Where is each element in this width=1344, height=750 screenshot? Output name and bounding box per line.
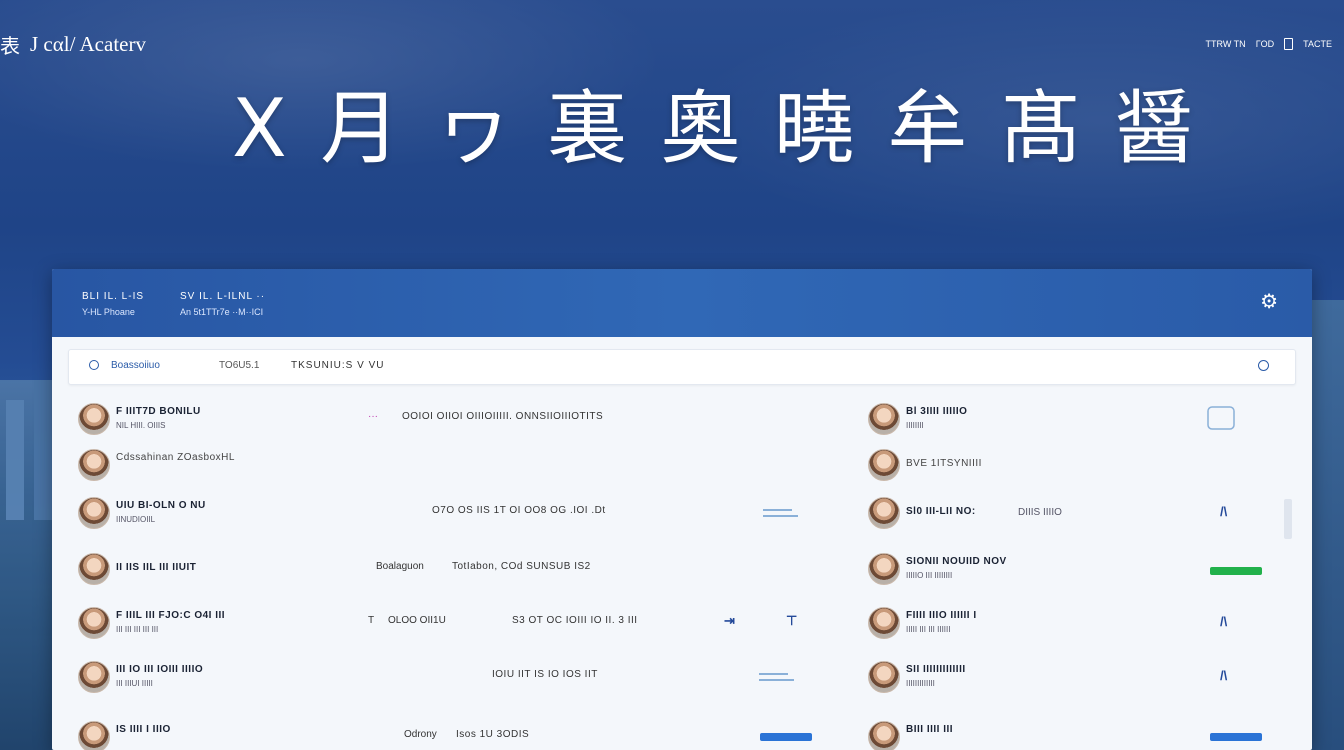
item-sub: DIIIS IIIIO <box>1018 507 1062 518</box>
filter-options[interactable]: TKSUNIU:S V VU <box>291 360 384 371</box>
panel-title-secondary: SV IL. L-ILNL ·· <box>180 291 266 302</box>
gear-icon[interactable]: ⚙ <box>1260 289 1278 314</box>
search-label: Boassoiiuo <box>111 360 160 371</box>
refresh-icon[interactable] <box>1258 360 1269 371</box>
item-mid: T <box>368 615 375 626</box>
top-bar: 表 J cαl/ Acaterv TTRW TN ΓOD TACTE <box>0 24 1344 60</box>
top-link-2[interactable]: ΓOD <box>1256 39 1274 49</box>
avatar <box>78 661 110 693</box>
brand-name: J cαl/ Acaterv <box>30 32 146 56</box>
panel-header: BLI IL. L-IS SV IL. L-ILNL ·· Y-HL Phoan… <box>52 269 1312 337</box>
status-badge <box>1210 733 1262 741</box>
item-sub: IIIIIO III IIIIIIII <box>906 571 953 580</box>
item-detail: S3 OT OC IOIII IO II. 3 III <box>512 615 638 626</box>
avatar <box>78 449 110 481</box>
item-sub: IIIII III III IIIIII <box>906 625 951 634</box>
brand-logo-icon: 表 <box>0 36 20 58</box>
avatar <box>78 721 110 750</box>
item-detail: TotIabon, COd SUNSUB IS2 <box>452 561 591 572</box>
item-sub: IIIIIIIIIIIII <box>906 679 935 688</box>
item-sub: III III III III III <box>116 625 159 634</box>
avatar <box>868 449 900 481</box>
hero-title: Ⅹ 月 ヮ 裏 奧 曉 牟 髙 醤 <box>232 82 1199 175</box>
filter-label[interactable]: TO6U5.1 <box>219 360 259 371</box>
chart-icon <box>1207 406 1235 430</box>
item-name: IS IIII I IIIO <box>116 724 171 735</box>
trend-icon: /\ <box>1220 614 1228 629</box>
panel-subtitle-secondary: An 5t1TTr7e ··M··ICI <box>180 307 264 317</box>
item-tag: Odrony <box>404 729 437 740</box>
search-bar[interactable]: Boassoiiuo TO6U5.1 TKSUNIU:S V VU <box>68 349 1296 385</box>
device-icon[interactable] <box>1284 38 1294 50</box>
item-detail: IOIU IIT IS IO IOS IIT <box>492 669 598 680</box>
item-tag: OLOO OII1U <box>388 615 446 626</box>
item-name: Cdssahinan ZOasboxHL <box>116 452 235 463</box>
item-name: Bl 3IIII IIIIIO <box>906 406 968 417</box>
arrow-icon: ⇥ <box>724 613 735 628</box>
item-sub: IIIIIIII <box>906 421 924 430</box>
item-sub: IINUDIOIIL <box>116 515 156 524</box>
top-link-1[interactable]: TTRW TN <box>1206 39 1246 49</box>
trend-icon: /\ <box>1220 504 1228 519</box>
item-sub: III IIIUI IIIII <box>116 679 153 688</box>
avatar <box>78 607 110 639</box>
avatar <box>868 403 900 435</box>
avatar <box>78 553 110 585</box>
item-name: III IO III IOIII IIIIO <box>116 664 204 675</box>
item-name: SII IIIIIIIIIIIII <box>906 664 966 675</box>
trend-icon: /\ <box>1220 668 1228 683</box>
scrollbar[interactable] <box>1284 499 1292 539</box>
item-name: SIONII NOUIID NOV <box>906 556 1007 567</box>
status-badge <box>760 733 812 741</box>
avatar <box>868 497 900 529</box>
sparkline-icon <box>763 509 798 517</box>
sparkline-icon <box>759 673 794 681</box>
item-detail: OOIOI OIIOI OIIIOIIIII. ONNSIIOIIIOTITS <box>402 411 604 422</box>
top-links: TTRW TN ΓOD TACTE <box>1206 38 1332 50</box>
item-name: FIIII IIIO IIIIII I <box>906 610 977 621</box>
arrow-icon: ⊤ <box>786 613 798 628</box>
item-name: F IIIT7D BONILU <box>116 406 201 417</box>
item-name: BIII IIII III <box>906 724 954 735</box>
avatar <box>78 497 110 529</box>
item-name: BVE 1ITSYNIIII <box>906 458 982 469</box>
item-tag: ··· <box>368 411 378 422</box>
status-badge <box>1210 567 1262 575</box>
item-detail: Isos 1U 3ODIS <box>456 729 530 740</box>
item-tag: Boalaguon <box>376 561 424 572</box>
avatar <box>868 721 900 750</box>
item-name: F IIIL III FJO:C O4I III <box>116 610 226 621</box>
dashboard-panel: BLI IL. L-IS SV IL. L-ILNL ·· Y-HL Phoan… <box>52 269 1312 750</box>
top-link-3[interactable]: TACTE <box>1303 39 1332 49</box>
panel-title: BLI IL. L-IS <box>82 291 145 302</box>
item-name: Sl0 III-LII NO: <box>906 506 976 517</box>
item-name: II IIS IIL III IIUIT <box>116 562 197 573</box>
avatar <box>868 661 900 693</box>
item-sub: NIL HIII. OIIIS <box>116 421 166 430</box>
item-name: UIU BI-OLN O NU <box>116 500 206 511</box>
search-icon <box>89 360 99 370</box>
brand[interactable]: 表 J cαl/ Acaterv <box>0 30 146 59</box>
avatar <box>868 553 900 585</box>
avatar <box>78 403 110 435</box>
panel-subtitle: Y-HL Phoane <box>82 307 135 317</box>
avatar <box>868 607 900 639</box>
item-detail: O7O OS IIS 1T OI OO8 OG .IOI .Dt <box>432 505 606 516</box>
